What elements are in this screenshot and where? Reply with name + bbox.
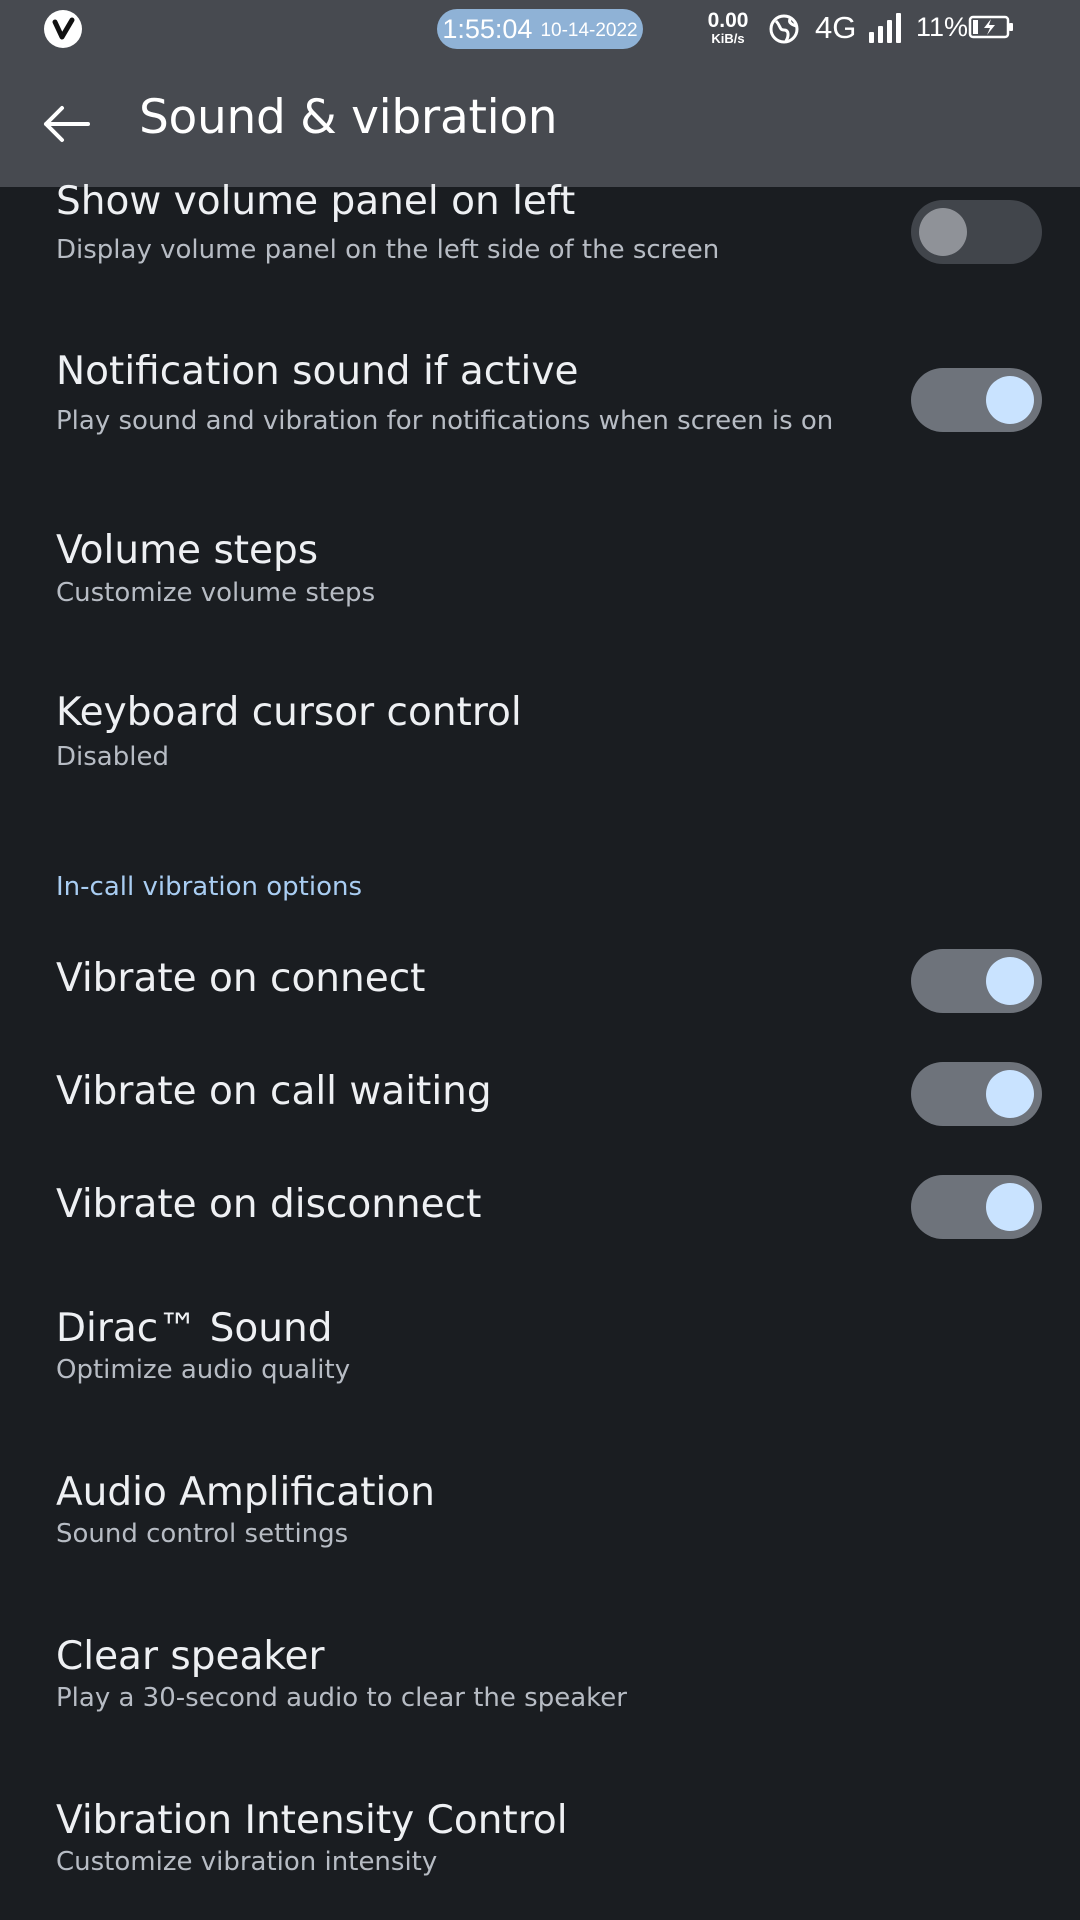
setting-subtitle: Disabled bbox=[56, 742, 169, 772]
battery-charging-icon bbox=[968, 15, 1013, 39]
setting-title: Audio Amplification bbox=[56, 1470, 435, 1515]
page-title: Sound & vibration bbox=[139, 90, 558, 145]
setting-title: Clear speaker bbox=[56, 1634, 325, 1679]
setting-subtitle: Display volume panel on the left side of… bbox=[56, 235, 720, 265]
setting-subtitle: Optimize audio quality bbox=[56, 1355, 351, 1385]
signal-icon bbox=[869, 13, 901, 43]
setting-clear-speaker[interactable]: Clear speaker Play a 30-second audio to … bbox=[0, 1628, 1080, 1758]
status-bar: 1:55:04 10-14-2022 0.00 KiB/s 4G 11% bbox=[0, 0, 1080, 58]
arrow-left-icon bbox=[44, 106, 90, 142]
setting-title: Keyboard cursor control bbox=[56, 690, 522, 735]
setting-subtitle: Play sound and vibration for notificatio… bbox=[56, 406, 834, 436]
setting-vibrate-on-call-waiting[interactable]: Vibrate on call waiting bbox=[0, 1057, 1080, 1157]
toggle-notification-sound-active[interactable] bbox=[911, 368, 1042, 432]
app-bar: Sound & vibration bbox=[0, 58, 1080, 187]
setting-dirac-sound[interactable]: Dirac™ Sound Optimize audio quality bbox=[0, 1300, 1080, 1430]
setting-title: Show volume panel on left bbox=[56, 179, 576, 224]
toggle-vibrate-on-disconnect[interactable] bbox=[911, 1175, 1042, 1239]
setting-keyboard-cursor-control[interactable]: Keyboard cursor control Disabled bbox=[0, 684, 1080, 814]
battery-percent: 11% bbox=[916, 12, 969, 42]
back-button[interactable] bbox=[28, 86, 104, 162]
globe-icon bbox=[769, 14, 799, 44]
network-speed-unit: KiB/s bbox=[711, 31, 745, 46]
app-logo-icon bbox=[44, 10, 82, 48]
setting-title: Vibrate on connect bbox=[56, 956, 426, 1001]
toggle-knob bbox=[986, 376, 1034, 424]
network-speed: 0.00 KiB/s bbox=[700, 10, 756, 50]
setting-volume-steps[interactable]: Volume steps Customize volume steps bbox=[0, 520, 1080, 650]
network-speed-value: 0.00 bbox=[707, 9, 749, 32]
setting-subtitle: Play a 30-second audio to clear the spea… bbox=[56, 1683, 627, 1713]
toggle-knob bbox=[986, 1183, 1034, 1231]
setting-title: Dirac™ Sound bbox=[56, 1306, 333, 1351]
toggle-vibrate-on-call-waiting[interactable] bbox=[911, 1062, 1042, 1126]
setting-vibrate-on-connect[interactable]: Vibrate on connect bbox=[0, 944, 1080, 1044]
network-type: 4G bbox=[815, 10, 857, 45]
setting-audio-amplification[interactable]: Audio Amplification Sound control settin… bbox=[0, 1464, 1080, 1594]
setting-vibrate-on-disconnect[interactable]: Vibrate on disconnect bbox=[0, 1170, 1080, 1270]
setting-notification-sound-active[interactable]: Notification sound if active Play sound … bbox=[0, 345, 1080, 485]
status-clock-pill: 1:55:04 10-14-2022 bbox=[437, 9, 643, 49]
setting-show-volume-panel-left[interactable]: Show volume panel on left Display volume… bbox=[0, 179, 1080, 327]
setting-subtitle: Customize vibration intensity bbox=[56, 1847, 438, 1877]
setting-title: Vibration Intensity Control bbox=[56, 1798, 568, 1843]
setting-title: Volume steps bbox=[56, 528, 319, 573]
section-header-in-call-vibration: In-call vibration options bbox=[56, 872, 363, 902]
setting-title: Vibrate on call waiting bbox=[56, 1069, 492, 1114]
toggle-show-volume-panel-left[interactable] bbox=[911, 200, 1042, 264]
status-time: 1:55:04 bbox=[442, 13, 533, 44]
setting-vibration-intensity-control[interactable]: Vibration Intensity Control Customize vi… bbox=[0, 1792, 1080, 1920]
setting-subtitle: Sound control settings bbox=[56, 1519, 349, 1549]
setting-subtitle: Customize volume steps bbox=[56, 578, 376, 608]
setting-title: Notification sound if active bbox=[56, 349, 579, 394]
toggle-knob bbox=[986, 1070, 1034, 1118]
toggle-knob bbox=[919, 208, 967, 256]
status-date: 10-14-2022 bbox=[540, 20, 638, 41]
toggle-knob bbox=[986, 957, 1034, 1005]
setting-title: Vibrate on disconnect bbox=[56, 1182, 482, 1227]
toggle-vibrate-on-connect[interactable] bbox=[911, 949, 1042, 1013]
